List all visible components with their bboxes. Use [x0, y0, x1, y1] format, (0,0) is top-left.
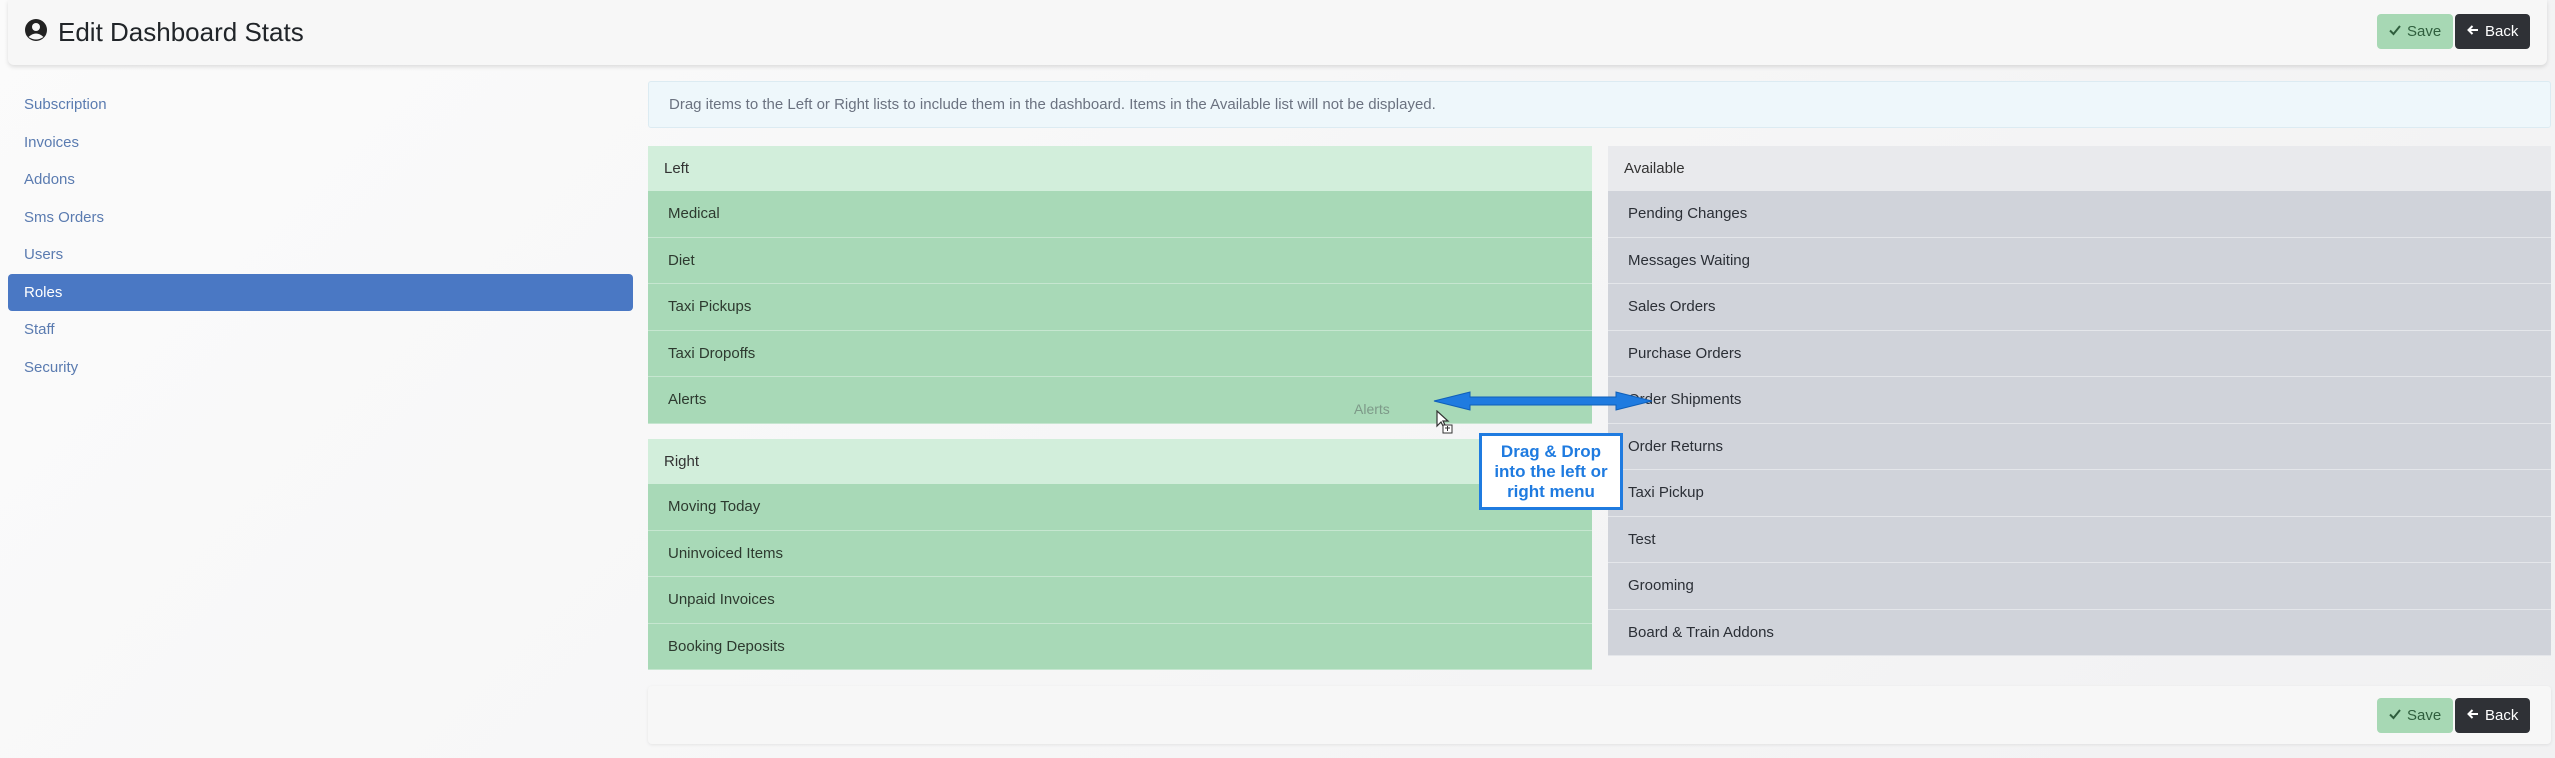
available-list-item[interactable]: Sales Orders: [1608, 284, 2551, 331]
available-list-item[interactable]: Taxi Pickup: [1608, 470, 2551, 517]
arrow-left-icon: [2467, 707, 2479, 724]
available-list: Available Pending Changes Messages Waiti…: [1608, 146, 2551, 656]
sidebar-item-addons[interactable]: Addons: [8, 161, 633, 199]
available-list-item[interactable]: Pending Changes: [1608, 191, 2551, 238]
available-list-item[interactable]: Order Shipments: [1608, 377, 2551, 424]
top-bar: Edit Dashboard Stats Save Back: [8, 0, 2547, 65]
footer-bar: Save Back: [648, 686, 2551, 744]
sidebar-item-invoices[interactable]: Invoices: [8, 124, 633, 162]
drag-ghost-label: Alerts: [1354, 401, 1390, 417]
page-title-text: Edit Dashboard Stats: [58, 16, 304, 47]
available-list-item[interactable]: Test: [1608, 516, 2551, 563]
available-list-header: Available: [1608, 146, 2551, 191]
footer-save-button[interactable]: Save: [2377, 698, 2454, 733]
drag-drop-callout: Drag & Drop into the left or right menu: [1479, 433, 1623, 510]
callout-line: into the left or: [1494, 461, 1608, 481]
user-circle-icon: [24, 18, 48, 47]
left-list-header: Left: [648, 146, 1592, 191]
available-list-item[interactable]: Messages Waiting: [1608, 237, 2551, 284]
page-title: Edit Dashboard Stats: [24, 16, 304, 48]
sidebar-item-staff[interactable]: Staff: [8, 311, 633, 349]
footer-back-button[interactable]: Back: [2455, 698, 2531, 733]
right-list-item[interactable]: Uninvoiced Items: [648, 530, 1592, 577]
callout-line: Drag & Drop: [1500, 441, 1602, 461]
right-list-header: Right: [648, 439, 1592, 484]
double-arrow-icon: [1432, 386, 1654, 421]
right-list-item[interactable]: Moving Today: [648, 484, 1592, 531]
right-list: Right Moving Today Uninvoiced Items Unpa…: [648, 439, 1592, 670]
footer-save-label: Save: [2407, 707, 2442, 724]
right-list-item[interactable]: Unpaid Invoices: [648, 577, 1592, 624]
left-list-item[interactable]: Taxi Dropoffs: [648, 330, 1592, 377]
left-list-item[interactable]: Taxi Pickups: [648, 284, 1592, 331]
sidebar-item-users[interactable]: Users: [8, 236, 633, 274]
available-list-item[interactable]: Grooming: [1608, 563, 2551, 610]
callout-line: right menu: [1507, 481, 1595, 501]
footer-back-label: Back: [2485, 707, 2519, 724]
left-list: Left Medical Diet Taxi Pickups Taxi Drop…: [648, 146, 1592, 424]
available-list-item[interactable]: Order Returns: [1608, 423, 2551, 470]
arrow-left-icon: [2467, 23, 2479, 40]
right-list-item[interactable]: Booking Deposits: [648, 623, 1592, 670]
check-icon: [2389, 707, 2401, 724]
check-icon: [2389, 23, 2401, 40]
left-list-item[interactable]: Diet: [648, 237, 1592, 284]
info-message: Drag items to the Left or Right lists to…: [648, 81, 2551, 128]
sidebar-item-security[interactable]: Security: [8, 349, 633, 387]
available-list-item[interactable]: Board & Train Addons: [1608, 609, 2551, 656]
available-list-item[interactable]: Purchase Orders: [1608, 330, 2551, 377]
sidebar-item-subscription[interactable]: Subscription: [8, 86, 633, 124]
sidebar-item-sms-orders[interactable]: Sms Orders: [8, 199, 633, 237]
save-button-label: Save: [2407, 23, 2442, 40]
sidebar-item-roles[interactable]: Roles: [8, 273, 633, 311]
back-button-label: Back: [2485, 23, 2519, 40]
sidebar: Subscription Invoices Addons Sms Orders …: [8, 86, 633, 386]
save-button[interactable]: Save: [2377, 14, 2454, 49]
left-list-item[interactable]: Medical: [648, 191, 1592, 238]
back-button[interactable]: Back: [2455, 14, 2531, 49]
